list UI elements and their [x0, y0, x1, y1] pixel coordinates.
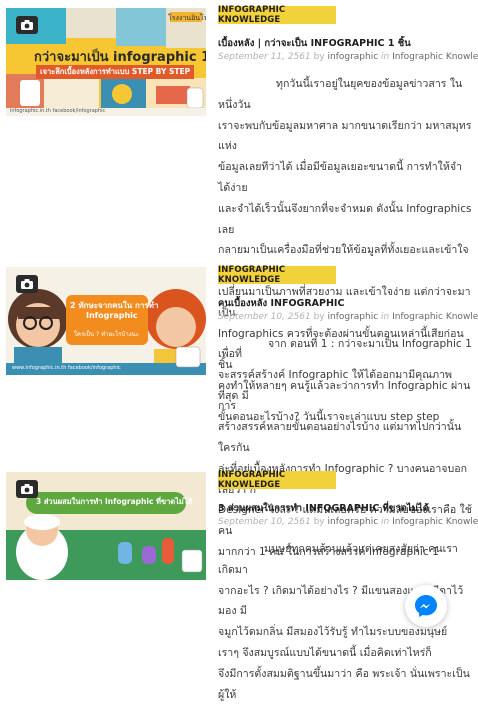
meta-in: in	[381, 52, 390, 62]
author-link[interactable]: infographic	[327, 52, 378, 62]
camera-icon	[16, 275, 38, 293]
post-meta: September 11, 2561 by infographic in Inf…	[218, 52, 478, 62]
thumbnail-footer-text: infographic.in.th facebook/infographic	[10, 108, 106, 114]
category-badge[interactable]: INFOGRAPHIC KNOWLEDGE	[218, 5, 336, 25]
category-badge[interactable]: INFOGRAPHIC KNOWLEDGE	[218, 265, 336, 285]
category-badge[interactable]: INFOGRAPHIC KNOWLEDGE	[218, 470, 336, 490]
post-meta: September 10, 2561 by infographic in Inf…	[218, 312, 478, 322]
post-meta: September 10, 2561 by infographic in Inf…	[218, 517, 478, 527]
thumbnail-banner-subtitle: ใครเป็น ? ทำอะไรบ้างนะ	[74, 331, 139, 338]
meta-by: by	[313, 312, 325, 322]
messenger-icon	[415, 595, 437, 617]
post-date: September 10, 2561	[218, 312, 311, 322]
author-link[interactable]: infographic	[327, 312, 378, 322]
thumbnail-banner-title-2: Infographic	[86, 311, 138, 320]
category-link[interactable]: Infographic Knowledge	[392, 517, 478, 527]
meta-by: by	[313, 52, 325, 62]
post-excerpt: จาก ตอนที่ 1 : กว่าจะมาเป็น Infographic …	[218, 338, 473, 558]
author-link[interactable]: infographic	[327, 517, 378, 527]
post-thumbnail[interactable]: 2 ทักษะจากคนใน การทำ Infographic ใครเป็น…	[6, 267, 206, 375]
thumbnail-footer-text: www.infographic.in.th facebook/infograph…	[12, 365, 121, 371]
meta-by: by	[313, 517, 325, 527]
post-thumbnail[interactable]: โรงงานอินโฟ กว่าจะมาเป็น infographic 1 ช…	[6, 8, 206, 116]
post-date: September 11, 2561	[218, 52, 311, 62]
post-date: September 10, 2561	[218, 517, 311, 527]
meta-in: in	[381, 312, 390, 322]
post-title[interactable]: เบื้องหลัง | กว่าจะเป็น INFOGRAPHIC 1 ชิ…	[218, 36, 470, 51]
thumbnail-banner-subtitle: เจาะลึกเบื้องหลังการทำแบบ STEP BY STEP	[36, 65, 195, 79]
camera-icon	[16, 480, 38, 498]
post-title[interactable]: คนเบื้องหลัง INFOGRAPHIC	[218, 296, 470, 311]
category-link[interactable]: Infographic Knowledge	[392, 52, 478, 62]
thumbnail-banner-title: 3 ส่วนผสมในการทำ Infographic ที่ขาดไม่ได…	[36, 497, 193, 506]
post-title[interactable]: 3 ส่วนผสมในการทำ INFOGRAPHIC ที่ขาดไม่ได…	[218, 501, 470, 516]
thumbnail-corner-text: โรงงานอินโฟ	[168, 14, 206, 22]
meta-in: in	[381, 517, 390, 527]
category-link[interactable]: Infographic Knowledge	[392, 312, 478, 322]
camera-icon	[16, 16, 38, 34]
post-thumbnail[interactable]: 3 ส่วนผสมในการทำ Infographic ที่ขาดไม่ได…	[6, 472, 206, 580]
messenger-chat-button[interactable]	[405, 585, 447, 627]
thumbnail-banner-title: กว่าจะมาเป็น infographic 1 ชิ้น	[34, 50, 206, 65]
